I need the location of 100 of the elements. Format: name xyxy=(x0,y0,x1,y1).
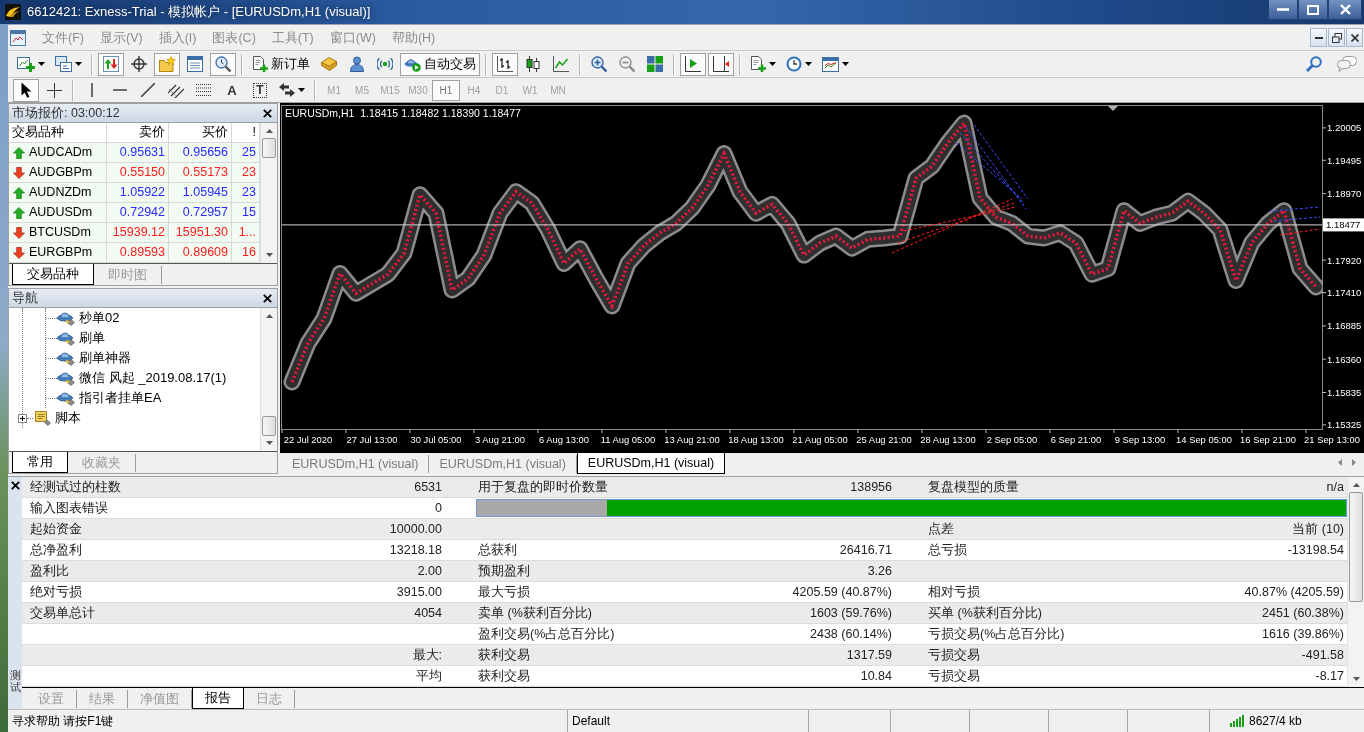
hat-icon xyxy=(57,310,75,326)
restore-button[interactable] xyxy=(1328,28,1345,47)
period-button[interactable]: H1 xyxy=(432,79,460,101)
scroll-down-icon[interactable] xyxy=(1352,677,1360,681)
minimize-button[interactable] xyxy=(1268,0,1298,20)
scroll-up-icon[interactable] xyxy=(1352,483,1360,487)
report-label: 输入图表错误 xyxy=(29,500,109,517)
tree-item[interactable]: 脚本 xyxy=(33,409,85,427)
toolbar-button[interactable] xyxy=(210,52,236,76)
price-label: 1.17410 xyxy=(1327,287,1362,299)
hat-icon xyxy=(57,350,75,366)
report-label: 获利交易 xyxy=(477,668,531,685)
minimize-button[interactable] xyxy=(1310,28,1327,47)
close-button[interactable] xyxy=(1346,28,1363,47)
scroll-right-icon[interactable] xyxy=(1352,458,1356,466)
report-label: 亏损交易 xyxy=(927,668,981,685)
status-text: 寻求帮助 请按F1键 xyxy=(12,712,114,730)
close-icon xyxy=(1339,4,1351,15)
tree-item[interactable]: 指引者挂单EA xyxy=(57,389,166,407)
close-icon[interactable] xyxy=(10,481,20,490)
clock-magnifier-icon xyxy=(215,56,231,72)
tree-item[interactable]: 秒单02 xyxy=(57,309,124,327)
panel-tab[interactable]: 交易品种 xyxy=(12,264,94,285)
toolbar-button[interactable] xyxy=(680,52,706,76)
tree-item[interactable]: 微信 风起 _2019.08.17(1) xyxy=(57,369,231,387)
close-icon[interactable] xyxy=(263,108,272,118)
plus-box-icon[interactable] xyxy=(18,413,27,423)
time-label: 27 Jul 13:00 xyxy=(346,434,398,445)
scrollbar[interactable] xyxy=(260,308,277,451)
symbol-label: AUDUSDm xyxy=(29,204,93,221)
caret-icon xyxy=(75,62,82,66)
scroll-down-icon[interactable] xyxy=(265,253,273,257)
table-row[interactable]: BTCUSDm 15939.12 15951.30 1... xyxy=(9,223,260,243)
report-label: 亏损交易 xyxy=(927,647,981,664)
report-value: n/a xyxy=(1325,479,1345,496)
table-row[interactable]: EURGBPm 0.89593 0.89609 16 xyxy=(9,243,260,263)
scrollbar[interactable] xyxy=(1347,477,1364,687)
scrollbar-thumb[interactable] xyxy=(1349,492,1363,602)
report-value: 26416.71 xyxy=(838,542,893,559)
report-label: 盈利交易(%占总百分比) xyxy=(477,626,616,643)
toolbar-button[interactable]: 自动交易 xyxy=(400,52,480,76)
report-label: 最大亏损 xyxy=(477,584,531,601)
close-button[interactable] xyxy=(1328,0,1362,20)
toolbar-button[interactable] xyxy=(13,78,39,102)
scroll-down-icon[interactable] xyxy=(265,441,273,445)
signal-waves-icon xyxy=(377,56,393,72)
scrollbar[interactable] xyxy=(260,123,277,263)
scroll-up-icon[interactable] xyxy=(265,129,273,133)
report-label: 起始资金 xyxy=(29,521,83,538)
chart-window-icon[interactable] xyxy=(10,29,26,46)
caret-icon xyxy=(298,88,305,92)
toolbar-button[interactable]: 新订单 xyxy=(248,52,314,76)
chart-plus-icon xyxy=(17,56,35,72)
report-value: -491.58 xyxy=(1300,647,1345,664)
chart-title: EURUSDm,H1 1.18415 1.18482 1.18390 1.18477 xyxy=(285,107,521,119)
note-icon xyxy=(33,410,51,426)
toolbar-button[interactable]: A xyxy=(219,78,245,102)
report-label: 总净盈利 xyxy=(29,542,83,559)
scrollbar-thumb[interactable] xyxy=(262,416,276,436)
price-label: 1.15835 xyxy=(1327,387,1362,398)
report-value: 2.00 xyxy=(416,563,443,580)
status-text: Default xyxy=(572,714,611,728)
panel-title: 导航 xyxy=(12,289,38,307)
time-label: 9 Sep 13:00 xyxy=(1114,434,1166,445)
chart-tab[interactable]: EURUSDm,H1 (visual) xyxy=(576,453,726,474)
zoom-in-icon xyxy=(591,56,607,72)
chart-tab[interactable]: EURUSDm,H1 (visual) xyxy=(282,455,430,473)
chart-window-icon xyxy=(822,56,839,72)
report-label: 交易单总计 xyxy=(29,605,96,622)
tree-item[interactable]: 刷单神器 xyxy=(57,349,135,367)
report-value: 6531 xyxy=(413,479,443,496)
time-label: 6 Aug 13:00 xyxy=(539,434,589,445)
chart-tab[interactable]: EURUSDm,H1 (visual) xyxy=(429,455,577,473)
table-row[interactable]: AUDGBPm 0.55150 0.55173 23 xyxy=(9,163,260,183)
tree-item[interactable]: 刷单 xyxy=(57,329,109,347)
report-label: 相对亏损 xyxy=(927,584,981,601)
clock-icon xyxy=(786,56,802,72)
scroll-left-icon[interactable] xyxy=(1338,458,1342,466)
scroll-up-icon[interactable] xyxy=(265,314,273,318)
hat-play-icon xyxy=(404,56,421,72)
table-cell: 0.89609 xyxy=(169,243,232,263)
time-label: 21 Aug 05:00 xyxy=(792,434,848,445)
report-label: 总亏损 xyxy=(927,542,968,559)
toolbar-button[interactable] xyxy=(492,52,518,76)
toolbar-button[interactable]: T xyxy=(247,78,273,102)
vertical-line-icon xyxy=(91,83,93,97)
panel-tab[interactable]: 常用 xyxy=(12,452,68,473)
time-label: 16 Sep 21:00 xyxy=(1240,434,1296,445)
table-row[interactable]: AUDCADm 0.95631 0.95656 25 xyxy=(9,143,260,163)
panel-tab[interactable]: 报告 xyxy=(192,688,244,709)
close-icon[interactable] xyxy=(263,293,272,303)
report-value: 10.84 xyxy=(859,668,893,685)
toolbar-button[interactable] xyxy=(708,52,734,76)
table-row[interactable]: AUDUSDm 0.72942 0.72957 15 xyxy=(9,203,260,223)
scrollbar-thumb[interactable] xyxy=(262,138,276,158)
maximize-button[interactable] xyxy=(1298,0,1328,20)
report-value: 4054 xyxy=(413,605,443,622)
report-label: 获利交易 xyxy=(477,647,531,664)
table-row[interactable]: AUDNZDm 1.05922 1.05945 23 xyxy=(9,183,260,203)
report-value: 平均 xyxy=(415,668,443,685)
